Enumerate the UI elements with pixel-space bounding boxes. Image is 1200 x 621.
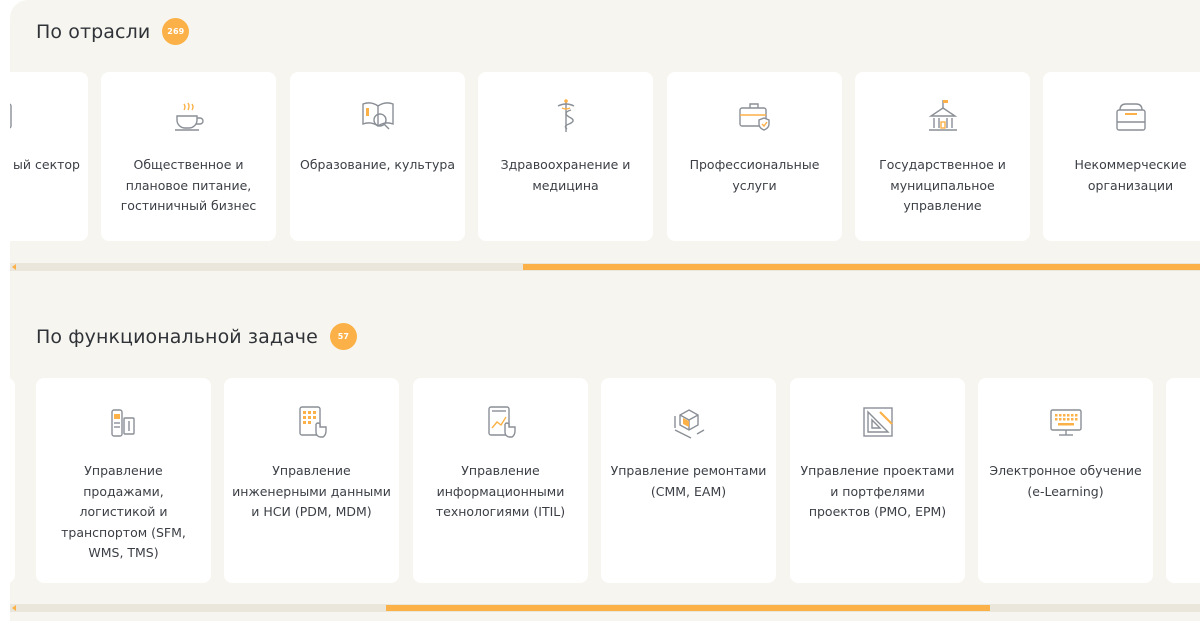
industry-card-education[interactable]: Образование, культура <box>290 72 465 241</box>
function-card-label: Управление инженерными данными и НСИ (PD… <box>232 463 391 519</box>
briefcase-shield-icon <box>735 96 775 136</box>
teacup-icon <box>169 96 209 136</box>
industry-card-label: Некоммерческие организации <box>1074 157 1187 193</box>
industries-carousel[interactable]: ый сектор Общественное и плановое питани… <box>10 72 1200 242</box>
function-card-e-learning[interactable]: Электронное обучение (e-Learning) <box>978 378 1153 583</box>
functions-scrollbar-thumb[interactable] <box>386 605 990 611</box>
function-card-label: Электронное обучение (e-Learning) <box>989 463 1142 499</box>
industry-card-healthcare[interactable]: Здравоохранение и медицина <box>478 72 653 241</box>
caduceus-icon <box>546 96 586 136</box>
industries-scrollbar-thumb[interactable] <box>523 264 1200 270</box>
bank-icon <box>10 96 21 136</box>
functions-scrollbar[interactable] <box>10 604 1200 612</box>
function-card-it-management[interactable]: Управление информационными технологиями … <box>413 378 588 583</box>
industry-card-professional-services[interactable]: Профессиональные услуги <box>667 72 842 241</box>
industry-card-government[interactable]: Государственное и муниципальное управлен… <box>855 72 1030 241</box>
function-card-partial-right[interactable] <box>1166 378 1200 583</box>
industry-card-label: Профессиональные услуги <box>689 157 820 193</box>
industry-card-label: ый сектор <box>13 157 80 172</box>
industries-title: По отрасли <box>36 20 151 43</box>
drafting-triangle-icon <box>858 402 898 442</box>
scroll-left-icon[interactable] <box>12 605 16 611</box>
function-card-label: Управление продажами, логистикой и транс… <box>61 463 186 560</box>
industry-card-catering[interactable]: Общественное и плановое питание, гостини… <box>101 72 276 241</box>
industry-card-label: Здравоохранение и медицина <box>500 157 631 193</box>
industries-scrollbar[interactable] <box>10 263 1200 271</box>
function-card-project-management[interactable]: Управление проектами и портфелями проект… <box>790 378 965 583</box>
book-search-icon <box>358 96 398 136</box>
government-building-icon <box>923 96 963 136</box>
function-card-maintenance[interactable]: Управление ремонтами (CMM, EAM) <box>601 378 776 583</box>
function-card-sales-logistics[interactable]: Управление продажами, логистикой и транс… <box>36 378 211 583</box>
function-card-label: Управление информационными технологиями … <box>435 463 566 519</box>
function-card-engineering-data[interactable]: Управление инженерными данными и НСИ (PD… <box>224 378 399 583</box>
pos-terminal-icon <box>104 402 144 442</box>
scroll-left-icon[interactable] <box>12 264 16 270</box>
monitor-keyboard-icon <box>1046 402 1086 442</box>
industry-card-nonprofit[interactable]: Некоммерческие организации <box>1043 72 1200 241</box>
functions-title: По функциональной задаче <box>36 325 318 348</box>
tablet-chart-touch-icon <box>481 402 521 442</box>
industry-card-partial[interactable]: ый сектор <box>10 72 88 241</box>
industry-card-label: Общественное и плановое питание, гостини… <box>120 157 257 213</box>
function-card-partial[interactable] <box>10 378 15 583</box>
tablet-touch-icon <box>292 402 332 442</box>
functions-carousel[interactable]: Управление продажами, логистикой и транс… <box>10 378 1200 584</box>
industries-count-badge: 269 <box>162 18 190 45</box>
functions-count-badge: 57 <box>329 323 357 350</box>
industry-card-label: Образование, культура <box>300 157 455 172</box>
function-card-label: Управление проектами и портфелями проект… <box>800 463 955 519</box>
cube-measure-icon <box>669 402 709 442</box>
donation-box-icon <box>1111 96 1151 136</box>
function-card-label: Управление ремонтами (CMM, EAM) <box>610 463 767 499</box>
industry-card-label: Государственное и муниципальное управлен… <box>879 157 1006 213</box>
catalog-panel: По отрасли 269 ый сектор Общественное и … <box>10 0 1200 621</box>
industries-section-title: По отрасли 269 <box>36 18 190 45</box>
functions-section-title: По функциональной задаче 57 <box>36 323 357 350</box>
